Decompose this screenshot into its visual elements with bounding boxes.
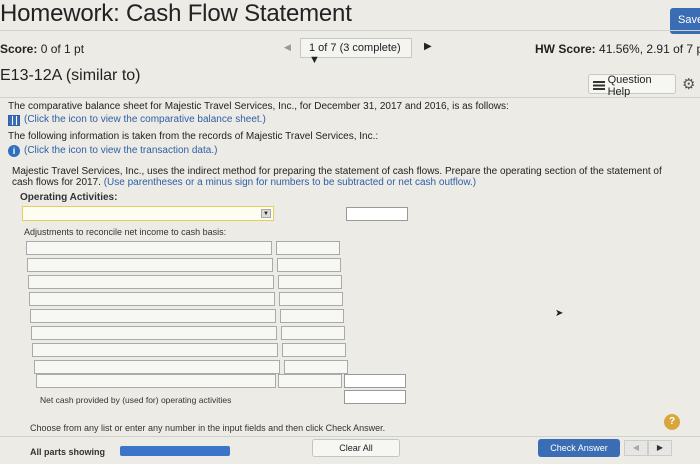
adjustment-label-input[interactable] [29,292,275,306]
adjustment-amount-input[interactable] [279,292,343,306]
adjustment-label-input[interactable] [36,374,276,388]
adjustment-amount-input[interactable] [280,309,344,323]
question-text: The comparative balance sheet for Majest… [8,101,509,112]
question-help-button[interactable]: Question Help [588,74,676,98]
list-icon [593,81,605,90]
hw-score: HW Score: 41.56%, 2.91 of 7 pt [535,42,700,56]
page-title: Homework: Cash Flow Statement [0,0,352,27]
prev-question-icon[interactable]: ◀ [284,42,291,53]
adjustment-label-input[interactable] [31,326,277,340]
score-label: Score: [0,42,38,56]
parts-progress-bar [120,446,230,456]
adjustment-amount-input[interactable] [278,275,342,289]
adjustments-label: Adjustments to reconcile net income to c… [24,227,227,237]
score-value: 0 of 1 pt [40,42,85,56]
adjustment-label-input[interactable] [32,343,278,357]
adjustment-amount-input[interactable] [282,343,346,357]
question-instructions: Majestic Travel Services, Inc., uses the… [12,166,672,188]
check-answer-button[interactable]: Check Answer [538,439,620,457]
clear-all-button[interactable]: Clear All [312,439,400,457]
question-hint: (Use parentheses or a minus sign for num… [103,177,477,188]
adjustment-label-input[interactable] [28,275,274,289]
question-selector[interactable]: 1 of 7 (3 complete) ▼ [300,38,412,66]
score: Score: 0 of 1 pt [0,42,84,56]
info-icon[interactable]: i [8,145,20,157]
hw-score-value: 41.56%, 2.91 of 7 pt [599,42,700,56]
adjustments-total-input[interactable] [344,374,406,388]
instruction-text: Choose from any list or enter any number… [30,423,386,433]
problem-id: E13-12A (similar to) [0,67,141,84]
adjustment-label-input[interactable] [34,360,280,374]
next-part-button[interactable]: ▶ [648,440,672,456]
adjustment-label-input[interactable] [26,241,272,255]
adjustment-label-input[interactable] [27,258,273,272]
adjustment-amount-input[interactable] [277,258,341,272]
help-icon[interactable]: ? [664,414,680,430]
question-help-label: Question Help [607,73,652,98]
adjustment-amount-input[interactable] [284,360,348,374]
net-income-select[interactable] [22,206,274,221]
adjustment-amount-input[interactable] [278,374,342,388]
adjustment-label-input[interactable] [30,309,276,323]
net-cash-amount-input[interactable] [344,390,406,404]
divider [0,30,700,31]
divider [0,97,700,98]
net-cash-label: Net cash provided by (used for) operatin… [40,395,232,405]
question-text: The following information is taken from … [8,131,379,142]
hw-score-label: HW Score: [535,42,596,56]
transaction-data-link[interactable]: (Click the icon to view the transaction … [24,145,217,156]
net-income-amount-input[interactable] [346,207,408,221]
parts-label: All parts showing [30,447,106,457]
table-icon[interactable] [8,115,20,126]
adjustment-amount-input[interactable] [281,326,345,340]
operating-activities-heading: Operating Activities: [20,192,118,203]
divider [0,436,700,437]
chevron-down-icon[interactable]: ▼ [261,209,271,218]
balance-sheet-link[interactable]: (Click the icon to view the comparative … [24,114,266,125]
adjustment-amount-input[interactable] [276,241,340,255]
gear-icon[interactable]: ⚙ [682,75,695,93]
mouse-cursor-icon: ➤ [555,308,564,319]
next-question-icon[interactable]: ▶ [424,41,432,52]
prev-part-button[interactable]: ◀ [624,440,648,456]
